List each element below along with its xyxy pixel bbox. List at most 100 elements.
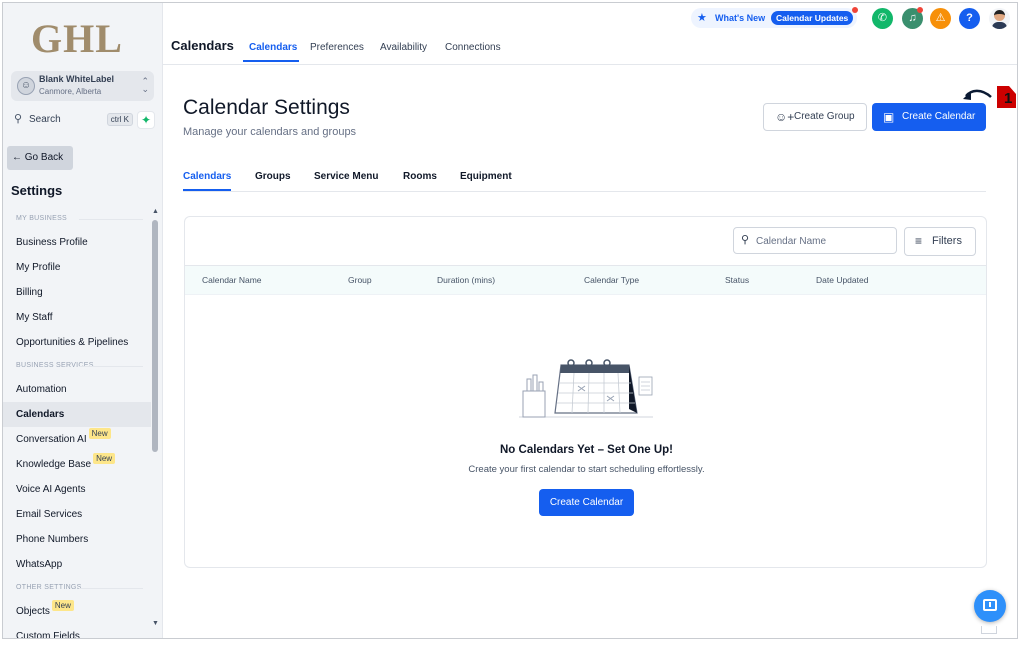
sidebar-item-my-staff[interactable]: My Staff [3,305,151,330]
filter-icon: ≡ [915,234,923,248]
account-switcher[interactable]: ☺ Blank WhiteLabel Canmore, Alberta ⌃ ⌄ [11,71,154,101]
sidebar-item-email-services[interactable]: Email Services [3,502,151,527]
go-back-label: Go Back [24,152,64,163]
column-duration[interactable]: Duration (mins) [437,275,495,285]
sidebar-item-business-profile[interactable]: Business Profile [3,230,151,255]
sidebar-item-phone-numbers[interactable]: Phone Numbers [3,527,151,552]
calendar-search[interactable]: ⚲ [733,227,897,254]
sidebar-item-knowledge-base[interactable]: Knowledge BaseNew [3,452,151,477]
search-shortcut: ctrl K [106,113,133,126]
chat-icon-mark [989,602,991,607]
page-subtitle: Manage your calendars and groups [183,126,357,138]
chevron-up-down-icon: ⌃ ⌄ [141,76,149,94]
tab-calendars-sub[interactable]: Calendars [183,171,231,182]
scrollbar-thumb[interactable] [152,220,158,452]
section-business-services: BUSINESS SERVICES [3,355,151,377]
sidebar-item-automation[interactable]: Automation [3,377,151,402]
sidebar-item-objects[interactable]: ObjectsNew [3,599,151,624]
tab-preferences[interactable]: Preferences [310,42,364,53]
empty-state-title: No Calendars Yet – Set One Up! [500,444,673,456]
table-header: Calendar Name Group Duration (mins) Cale… [185,265,986,295]
page-title: Calendar Settings [183,96,350,119]
empty-calendar-illustration [519,359,653,418]
empty-state-create-calendar-button[interactable]: Create Calendar [539,489,634,516]
active-subtab-indicator [183,189,231,191]
create-group-label: Create Group [794,111,855,122]
bell-icon[interactable]: ⚠ [930,8,951,29]
column-date-updated[interactable]: Date Updated [816,275,868,285]
sidebar-item-my-profile[interactable]: My Profile [3,255,151,280]
tab-availability[interactable]: Availability [380,42,427,53]
sparkle-icon[interactable]: ✦ [137,111,155,129]
sidebar-search[interactable]: ⚲ Search ctrl K [11,111,133,129]
sidebar-item-calendars[interactable]: Calendars [3,402,151,427]
top-title: Calendars [171,38,234,53]
user-icon: ☺ [17,77,35,95]
whats-new-label: What's New [715,13,766,23]
section-other-settings: OTHER SETTINGS [3,577,151,599]
tab-rooms[interactable]: Rooms [403,171,437,182]
app-window: GHL ☺ Blank WhiteLabel Canmore, Alberta … [2,2,1018,639]
add-user-icon: ☺+ [775,110,795,124]
tab-connections[interactable]: Connections [445,42,501,53]
active-tab-indicator [243,60,299,62]
top-bar: Calendars Calendars Preferences Availabi… [163,3,1017,65]
tab-equipment[interactable]: Equipment [460,171,512,182]
sidebar-item-custom-fields[interactable]: Custom Fields [3,624,151,638]
notification-dot [852,7,858,13]
sidebar-item-voice-ai-agents[interactable]: Voice AI Agents [3,477,151,502]
section-my-business: MY BUSINESS [3,208,151,230]
tab-groups[interactable]: Groups [255,171,291,182]
empty-state-subtitle: Create your first calendar to start sche… [468,464,705,475]
sparkle-news-icon: ★ [697,12,707,24]
sidebar-item-label: Objects [16,606,50,617]
tab-calendars[interactable]: Calendars [249,42,297,53]
main-content: Calendar Settings Manage your calendars … [163,66,1017,638]
column-calendar-type[interactable]: Calendar Type [584,275,639,285]
create-calendar-label: Create Calendar [902,111,976,122]
annotation-arrow-icon: 1 [963,86,1016,108]
tab-service-menu[interactable]: Service Menu [314,171,378,182]
sidebar-scrollbar[interactable]: ▲ ▼ [151,208,159,633]
filters-button[interactable]: ≡ Filters [904,227,976,256]
column-calendar-name[interactable]: Calendar Name [202,275,262,285]
account-location: Canmore, Alberta [39,87,102,96]
settings-tabs: Calendars Groups Service Menu Rooms Equi… [183,170,986,192]
sidebar-item-label: Conversation AI [16,434,87,445]
scroll-up-icon[interactable]: ▲ [152,208,159,215]
new-badge: New [88,428,111,439]
whats-new-button[interactable]: ★ What's New Calendar Updates [691,7,858,28]
create-group-button[interactable]: ☺+ Create Group [763,103,867,131]
sidebar-item-opportunities[interactable]: Opportunities & Pipelines [3,330,151,355]
search-icon: ⚲ [741,234,750,246]
column-status[interactable]: Status [725,275,749,285]
settings-title: Settings [11,183,63,198]
notification-dot [917,7,923,13]
avatar-head [994,10,1005,21]
search-icon: ⚲ [14,113,23,125]
brand-logo[interactable]: GHL [31,15,123,62]
account-name: Blank WhiteLabel [39,74,115,84]
sidebar-item-label: Knowledge Base [16,459,92,470]
calendar-icon: ▣ [883,110,895,124]
sidebar-item-whatsapp[interactable]: WhatsApp [3,552,151,577]
filters-label: Filters [932,235,962,247]
column-group[interactable]: Group [348,275,372,285]
arrow-left-icon: ← [12,152,22,163]
sidebar-item-conversation-ai[interactable]: Conversation AINew [3,427,151,452]
help-icon[interactable]: ? [959,8,980,29]
go-back-button[interactable]: ← Go Back [7,146,73,170]
phone-icon[interactable]: ✆ [872,8,893,29]
calendar-search-input[interactable] [756,232,890,250]
new-badge: New [93,453,116,464]
sidebar-item-billing[interactable]: Billing [3,280,151,305]
new-badge: New [51,600,74,611]
search-label: Search [29,114,61,125]
avatar-body [992,22,1007,29]
avatar[interactable] [989,8,1010,29]
chat-support-button[interactable] [974,590,1006,622]
annotation-number: 1 [1004,90,1012,107]
sidebar: GHL ☺ Blank WhiteLabel Canmore, Alberta … [3,3,163,638]
calendar-updates-badge: Calendar Updates [771,11,854,25]
scroll-down-icon[interactable]: ▼ [152,620,159,627]
